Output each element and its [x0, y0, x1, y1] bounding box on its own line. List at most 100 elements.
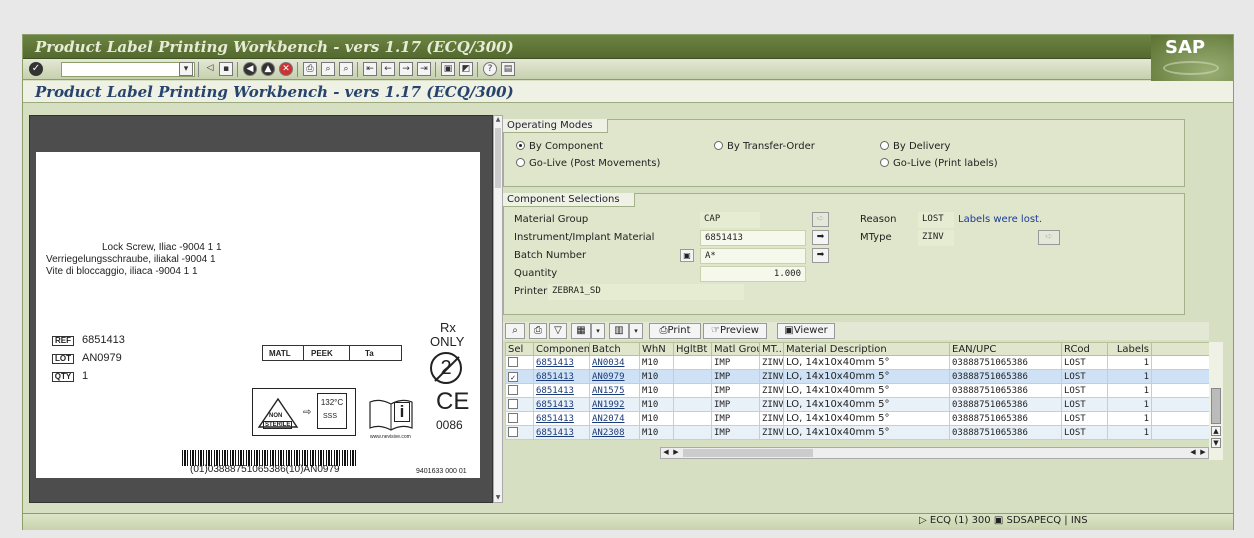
quantity-field[interactable]: 1.000 [700, 266, 806, 282]
lot-value: AN0979 [82, 352, 122, 364]
component-selections-group: Component Selections Material Group CAP … [503, 193, 1185, 315]
column-header[interactable]: WhN [639, 342, 674, 356]
batch-link[interactable]: AN2308 [592, 428, 625, 438]
next-page-icon[interactable]: → [399, 62, 413, 76]
component-link[interactable]: 6851413 [536, 386, 574, 396]
viewer-button[interactable]: ▣Viewer [777, 323, 835, 339]
export-icon[interactable]: ▦ [571, 323, 591, 339]
table-row[interactable]: 6851413 AN2074 M10 IMP ZINV LO, 14x10x40… [505, 411, 1210, 426]
ref-value: 6851413 [82, 334, 125, 346]
component-link[interactable]: 6851413 [536, 414, 574, 424]
row-checkbox[interactable] [508, 412, 518, 423]
screen-title-bar: Product Label Printing Workbench - vers … [23, 81, 1233, 103]
material-group-field[interactable]: CAP [700, 212, 760, 228]
row-checkbox[interactable] [508, 384, 518, 395]
command-field[interactable] [61, 62, 195, 77]
instructions-book-icon: i [368, 398, 414, 432]
column-header[interactable]: Batch [589, 342, 640, 356]
screen-title: Product Label Printing Workbench - vers … [35, 83, 514, 101]
column-header-filler [1151, 342, 1210, 356]
batch-link[interactable]: AN0034 [592, 358, 625, 368]
help-icon[interactable]: ? [483, 62, 497, 76]
mtype-button[interactable]: ➪ [1038, 230, 1060, 245]
batch-link[interactable]: AN1575 [592, 386, 625, 396]
system-info[interactable]: ▷ ECQ (1) 300 ▣ SDSAPECQ | INS [919, 515, 1088, 529]
previous-page-icon[interactable]: ← [381, 62, 395, 76]
column-header[interactable]: EAN/UPC [949, 342, 1062, 356]
instrument-arrow-button[interactable]: ➡ [812, 230, 829, 245]
component-link[interactable]: 6851413 [536, 358, 574, 368]
material-group-label: Material Group [514, 214, 589, 225]
instrument-field[interactable]: 6851413 [700, 230, 806, 246]
column-header[interactable]: Component [533, 342, 590, 356]
batch-link[interactable]: AN1992 [592, 400, 625, 410]
exit-icon[interactable]: ▲ [261, 62, 275, 76]
radio-go-live-post[interactable]: Go-Live (Post Movements) [516, 158, 660, 169]
row-checkbox[interactable] [508, 426, 518, 437]
batch-multiselect-icon[interactable]: ▣ [680, 249, 694, 262]
preview-button[interactable]: ☞Preview [703, 323, 767, 339]
export-dropdown-icon[interactable]: ▾ [591, 323, 605, 339]
layout-dropdown-icon[interactable]: ▾ [629, 323, 643, 339]
reason-label: Reason [860, 214, 897, 225]
save-icon[interactable]: ▪ [219, 62, 233, 76]
table-row[interactable]: 6851413 AN1575 M10 IMP ZINV LO, 14x10x40… [505, 383, 1210, 398]
row-checkbox[interactable]: ✓ [508, 371, 518, 382]
filter-icon[interactable]: ▽ [549, 323, 567, 339]
column-header[interactable]: Matl Group [711, 342, 760, 356]
table-row[interactable]: 6851413 AN2308 M10 IMP ZINV LO, 14x10x40… [505, 425, 1210, 440]
shortcut-icon[interactable]: ◩ [459, 62, 473, 76]
new-session-icon[interactable]: ▣ [441, 62, 455, 76]
print-icon[interactable]: ⎙ [303, 62, 317, 76]
column-header[interactable]: Material Description [783, 342, 950, 356]
cancel-icon[interactable]: ✕ [279, 62, 293, 76]
column-header[interactable]: Labels [1107, 342, 1152, 356]
batch-link[interactable]: AN0979 [592, 372, 625, 382]
last-page-icon[interactable]: ⇥ [417, 62, 431, 76]
table-row[interactable]: 6851413 AN0034 M10 IMP ZINV LO, 14x10x40… [505, 355, 1210, 370]
row-checkbox[interactable] [508, 356, 518, 367]
column-header[interactable]: RCod [1061, 342, 1108, 356]
quantity-label: Quantity [514, 268, 558, 279]
printer-field[interactable]: ZEBRA1_SD [548, 284, 744, 300]
print-button[interactable]: ⎙Print [649, 323, 701, 339]
reason-text: Labels were lost. [958, 214, 1043, 225]
find-icon[interactable]: ⌕ [321, 62, 335, 76]
label-vertical-scrollbar[interactable]: ▲ ▼ [493, 115, 503, 503]
instrument-label: Instrument/Implant Material [514, 232, 655, 243]
grid-horizontal-scrollbar[interactable]: ◀ ▶ ◀ ▶ [660, 447, 1209, 459]
row-checkbox[interactable] [508, 398, 518, 409]
enter-icon[interactable]: ✓ [29, 62, 43, 76]
material-box: MATL PEEK Ta [262, 345, 402, 361]
component-link[interactable]: 6851413 [536, 372, 574, 382]
reason-field[interactable]: LOST [918, 212, 954, 228]
layout-menu-icon[interactable]: ▤ [501, 62, 515, 76]
component-link[interactable]: 6851413 [536, 400, 574, 410]
column-header[interactable]: Sel [505, 342, 534, 356]
table-row[interactable]: 6851413 AN1992 M10 IMP ZINV LO, 14x10x40… [505, 397, 1210, 412]
ce-number: 0086 [436, 418, 463, 432]
batch-field[interactable]: A* [700, 248, 806, 264]
radio-by-component[interactable]: By Component [516, 141, 603, 152]
table-row[interactable]: ✓ 6851413 AN0979 M10 IMP ZINV LO, 14x10x… [505, 369, 1210, 384]
column-header[interactable]: MT... [759, 342, 784, 356]
grid-print-icon[interactable]: ⎙ [529, 323, 547, 339]
component-link[interactable]: 6851413 [536, 428, 574, 438]
batch-link[interactable]: AN2074 [592, 414, 625, 424]
details-icon[interactable]: ⌕ [505, 323, 525, 339]
radio-by-delivery[interactable]: By Delivery [880, 141, 950, 152]
radio-by-transfer-order[interactable]: By Transfer-Order [714, 141, 815, 152]
layout-icon[interactable]: ▥ [609, 323, 629, 339]
find-next-icon[interactable]: ⌕ [339, 62, 353, 76]
first-page-icon[interactable]: ⇤ [363, 62, 377, 76]
back-arrow-icon[interactable]: ◁ [203, 62, 217, 76]
batch-arrow-button[interactable]: ➡ [812, 248, 829, 263]
status-bar: ▷ ECQ (1) 300 ▣ SDSAPECQ | INS [23, 513, 1233, 530]
mtype-field[interactable]: ZINV [918, 230, 954, 246]
column-header[interactable]: HgltBt [673, 342, 712, 356]
command-history-icon[interactable]: ▾ [179, 62, 193, 76]
radio-go-live-print[interactable]: Go-Live (Print labels) [880, 158, 998, 169]
back-icon[interactable]: ◀ [243, 62, 257, 76]
material-group-button[interactable]: ➪ [812, 212, 829, 227]
grid-vertical-scrollbar[interactable]: ▲ ▼ [1209, 342, 1223, 460]
